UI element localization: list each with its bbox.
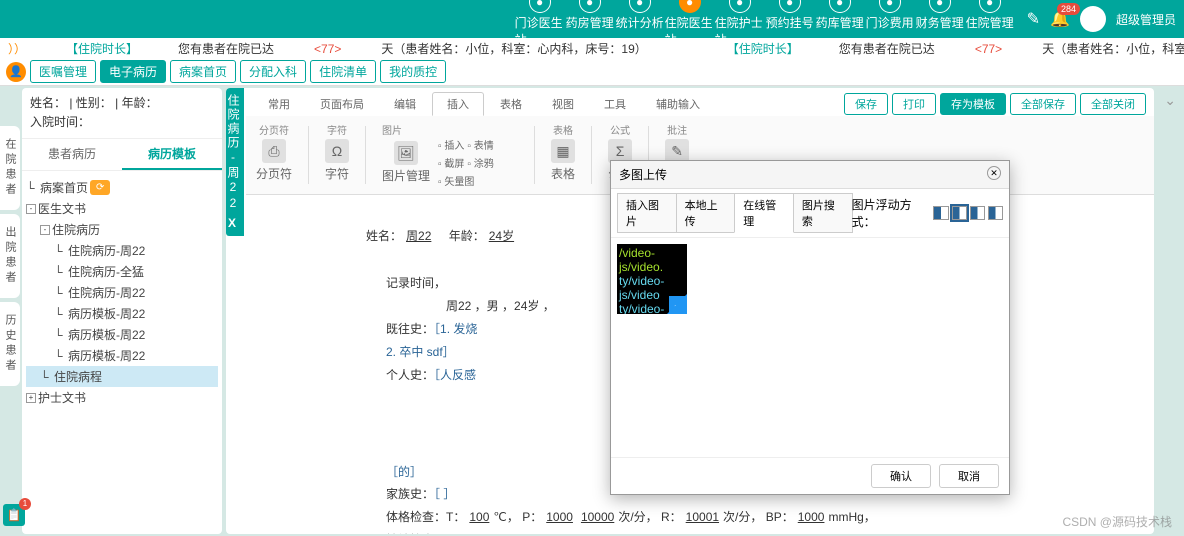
action-打印[interactable]: 打印 bbox=[892, 93, 936, 115]
module-tabbar: 👤 医嘱管理电子病历病案首页分配入科住院清单我的质控 bbox=[0, 58, 1184, 86]
image-small-buttons: ▫ 插入▫ 表情▫ 截屏▫ 涂鸦 ▫ 矢量图 bbox=[438, 137, 518, 188]
tab-病案首页[interactable]: 病案首页 bbox=[170, 60, 236, 83]
watermark: CSDN @源码技术栈 bbox=[1062, 513, 1172, 530]
image-manage-button[interactable]: 🖼图片管理 bbox=[382, 141, 430, 184]
tree-node[interactable]: └病案首页⟳ bbox=[26, 177, 218, 198]
notification-badge: 284 bbox=[1057, 3, 1080, 15]
modal-tab-本地上传[interactable]: 本地上传 bbox=[676, 193, 736, 233]
action-全部关闭[interactable]: 全部关闭 bbox=[1080, 93, 1146, 115]
ribtab-页面布局[interactable]: 页面布局 bbox=[306, 93, 378, 115]
tree-node[interactable]: +护士文书 bbox=[26, 387, 218, 408]
ribtab-插入[interactable]: 插入 bbox=[432, 92, 484, 116]
insert-截屏[interactable]: ▫ 截屏 bbox=[438, 155, 464, 170]
image-thumbnail[interactable]: /video-js/video. ty/video-js/video ty/vi… bbox=[617, 244, 687, 314]
sidetab-历史患者[interactable]: 历史患者 bbox=[0, 302, 20, 386]
modal-close-icon[interactable]: ✕ bbox=[987, 166, 1001, 180]
ribtab-表格[interactable]: 表格 bbox=[486, 93, 536, 115]
tree-node[interactable]: └病历模板-周22 bbox=[26, 303, 218, 324]
ribtab-编辑[interactable]: 编辑 bbox=[380, 93, 430, 115]
float-opt-2[interactable] bbox=[952, 206, 967, 220]
marquee-ticker: ）） 【住院时长】您有患者在院已达<77>天（患者姓名：小位，科室：心内科，床号… bbox=[0, 38, 1184, 58]
tree-node[interactable]: └住院病历-周22 bbox=[26, 282, 218, 303]
top-navbar: ●门诊医生站●药房管理●统计分析●住院医生站●住院护士站●预约挂号●药库管理●门… bbox=[0, 0, 1184, 38]
username: 超级管理员 bbox=[1116, 11, 1176, 28]
edit-icon[interactable]: ✎ bbox=[1027, 9, 1040, 29]
side-category-tabs: 在院患者出院患者历史患者 bbox=[0, 86, 20, 536]
subtab-病历模板[interactable]: 病历模板 bbox=[122, 139, 222, 170]
insert-表情[interactable]: ▫ 表情 bbox=[467, 137, 493, 152]
subtab-患者病历[interactable]: 患者病历 bbox=[22, 139, 122, 170]
left-subtabs: 患者病历病历模板 bbox=[22, 139, 222, 171]
modal-body: /video-js/video. ty/video-js/video ty/vi… bbox=[611, 237, 1009, 457]
tree-node[interactable]: └住院病程 bbox=[26, 366, 218, 387]
chevron-down-icon[interactable]: ⌄ bbox=[1164, 92, 1176, 109]
tab-电子病历[interactable]: 电子病历 bbox=[100, 60, 166, 83]
modal-title: 多图上传 bbox=[619, 166, 667, 183]
sidetab-出院患者[interactable]: 出院患者 bbox=[0, 214, 20, 298]
float-task-button[interactable]: 📋1 bbox=[3, 504, 25, 526]
modal-cancel-button[interactable]: 取消 bbox=[939, 464, 999, 488]
template-tree: └病案首页⟳-医生文书-住院病历└住院病历-周22└住院病历-全猛└住院病历-周… bbox=[22, 171, 222, 534]
action-全部保存[interactable]: 全部保存 bbox=[1010, 93, 1076, 115]
tab-我的质控[interactable]: 我的质控 bbox=[380, 60, 446, 83]
insert-插入[interactable]: ▫ 插入 bbox=[438, 137, 464, 152]
float-opt-3[interactable] bbox=[970, 206, 985, 220]
ribtab-工具[interactable]: 工具 bbox=[590, 93, 640, 115]
top-right: ✎ 🔔284 超级管理员 bbox=[1027, 6, 1176, 32]
tab-医嘱管理[interactable]: 医嘱管理 bbox=[30, 60, 96, 83]
modal-tab-插入图片[interactable]: 插入图片 bbox=[617, 193, 677, 233]
tab-住院清单[interactable]: 住院清单 bbox=[310, 60, 376, 83]
ribtab-常用[interactable]: 常用 bbox=[254, 93, 304, 115]
insert-矢量图[interactable]: ▫ 矢量图 bbox=[438, 173, 474, 188]
refresh-icon[interactable]: ⟳ bbox=[90, 180, 110, 195]
insert-涂鸦[interactable]: ▫ 涂鸦 bbox=[467, 155, 493, 170]
action-保存[interactable]: 保存 bbox=[844, 93, 888, 115]
tree-node[interactable]: -医生文书 bbox=[26, 198, 218, 219]
ribtab-辅助输入[interactable]: 辅助输入 bbox=[642, 93, 714, 115]
user-indicator-icon: 👤 bbox=[6, 62, 26, 82]
tab-分配入科[interactable]: 分配入科 bbox=[240, 60, 306, 83]
modal-tab-图片搜索[interactable]: 图片搜索 bbox=[793, 193, 853, 233]
document-tab[interactable]: 住院病历-周22X bbox=[226, 88, 244, 236]
float-opt-1[interactable] bbox=[933, 206, 948, 220]
check-icon: ✓ bbox=[669, 296, 687, 314]
patient-info: 姓名： | 性别： | 年龄： 入院时间： bbox=[22, 88, 222, 139]
float-style: 图片浮动方式： bbox=[852, 196, 1003, 230]
modal-tab-在线管理[interactable]: 在线管理 bbox=[734, 193, 794, 233]
upload-modal: 多图上传 ✕ 插入图片本地上传在线管理图片搜索图片浮动方式： /video-js/… bbox=[610, 160, 1010, 495]
pagebreak-button[interactable]: 分页符⎙分页符 bbox=[256, 122, 292, 188]
left-panel: 姓名： | 性别： | 年龄： 入院时间： 患者病历病历模板 └病案首页⟳-医生… bbox=[22, 88, 222, 534]
bell-icon[interactable]: 🔔284 bbox=[1050, 9, 1070, 29]
modal-ok-button[interactable]: 确认 bbox=[871, 464, 931, 488]
tree-node[interactable]: -住院病历 bbox=[26, 219, 218, 240]
char-button[interactable]: 字符Ω字符 bbox=[325, 122, 349, 188]
close-icon[interactable]: X bbox=[228, 216, 238, 230]
avatar[interactable] bbox=[1080, 6, 1106, 32]
tree-node[interactable]: └病历模板-周22 bbox=[26, 324, 218, 345]
ribtab-视图[interactable]: 视图 bbox=[538, 93, 588, 115]
table-button[interactable]: 表格▦表格 bbox=[551, 122, 575, 188]
tree-node[interactable]: └住院病历-周22 bbox=[26, 240, 218, 261]
action-存为模板[interactable]: 存为模板 bbox=[940, 93, 1006, 115]
sidetab-在院患者[interactable]: 在院患者 bbox=[0, 126, 20, 210]
tree-node[interactable]: └病历模板-周22 bbox=[26, 345, 218, 366]
tree-node[interactable]: └住院病历-全猛 bbox=[26, 261, 218, 282]
float-opt-4[interactable] bbox=[988, 206, 1003, 220]
